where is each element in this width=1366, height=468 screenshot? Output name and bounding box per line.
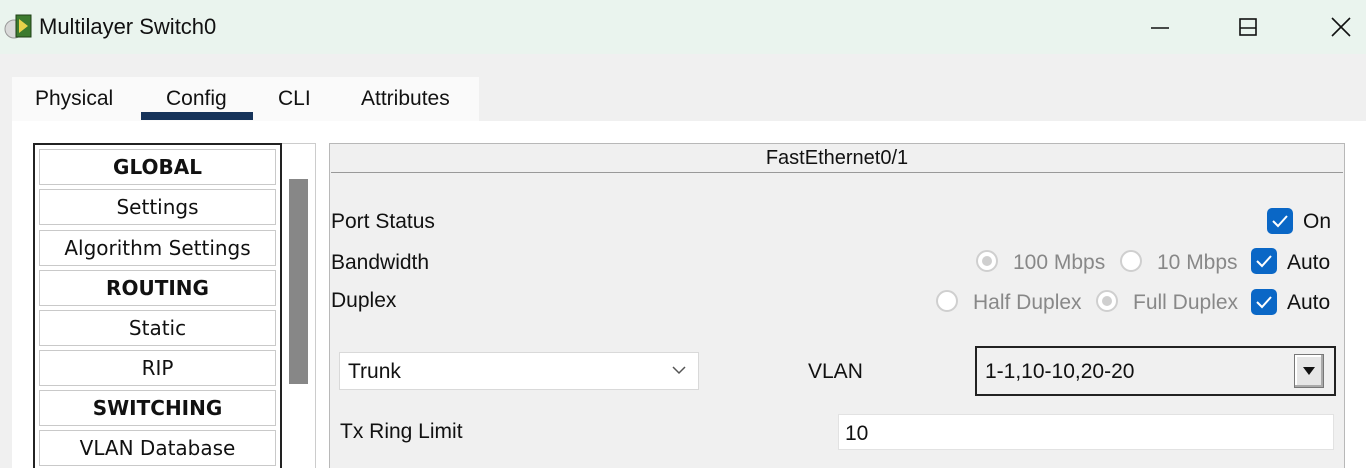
checkmark-icon [1256, 255, 1272, 268]
config-sidebar: GLOBAL Settings Algorithm Settings ROUTI… [33, 143, 282, 468]
tab-physical[interactable]: Physical [35, 87, 113, 111]
title-bar: Multilayer Switch0 [0, 0, 1366, 54]
duplex-full-radio[interactable] [1096, 290, 1118, 312]
duplex-full-label: Full Duplex [1133, 291, 1239, 314]
bandwidth-label: Bandwidth [331, 251, 430, 274]
tx-ring-limit-value: 10 [845, 422, 869, 445]
tab-attributes[interactable]: Attributes [361, 87, 450, 111]
vlan-value: 1-1,10-10,20-20 [985, 360, 1135, 383]
maximize-button[interactable] [1225, 0, 1271, 54]
port-status-label: Port Status [331, 210, 435, 233]
sidebar-item-rip[interactable]: RIP [39, 350, 276, 386]
window-title: Multilayer Switch0 [39, 14, 217, 39]
vlan-select[interactable]: 1-1,10-10,20-20 [975, 346, 1336, 396]
checkmark-icon [1256, 296, 1272, 309]
sidebar-item-algorithm-settings[interactable]: Algorithm Settings [39, 230, 276, 266]
sidebar-item-vlan-database[interactable]: VLAN Database [39, 430, 276, 466]
bandwidth-100-label: 100 Mbps [1013, 251, 1106, 274]
close-icon [1331, 17, 1351, 37]
bandwidth-auto-checkbox[interactable] [1251, 248, 1277, 274]
sidebar-header-global: GLOBAL [39, 149, 276, 185]
vlan-label: VLAN [808, 360, 863, 383]
tx-ring-limit-input[interactable]: 10 [838, 414, 1334, 450]
port-status-on-label: On [1303, 210, 1332, 233]
duplex-half-label: Half Duplex [973, 291, 1082, 314]
switch-app-icon [4, 14, 32, 39]
maximize-icon [1239, 18, 1257, 36]
bandwidth-10-label: 10 Mbps [1157, 251, 1238, 274]
bandwidth-10-radio[interactable] [1120, 250, 1142, 272]
port-mode-select[interactable]: Trunk [339, 352, 699, 390]
sidebar-item-static[interactable]: Static [39, 310, 276, 346]
duplex-auto-label: Auto [1287, 291, 1331, 314]
sidebar-scrollbar-thumb[interactable] [289, 179, 308, 384]
minimize-button-visual[interactable] [1137, 0, 1183, 54]
duplex-label: Duplex [331, 289, 397, 312]
chevron-down-icon [672, 366, 686, 375]
tx-ring-limit-label: Tx Ring Limit [340, 420, 463, 443]
port-status-on-checkbox[interactable] [1267, 208, 1293, 234]
vlan-dropdown-button[interactable] [1294, 354, 1324, 388]
sidebar-header-routing: ROUTING [39, 270, 276, 306]
sidebar-header-switching: SWITCHING [39, 390, 276, 426]
triangle-down-icon [1303, 367, 1315, 375]
checkmark-icon [1272, 215, 1288, 228]
close-button[interactable] [1318, 0, 1364, 54]
port-mode-value: Trunk [348, 360, 401, 383]
bandwidth-100-radio[interactable] [976, 250, 998, 272]
active-tab-indicator [141, 112, 253, 120]
bandwidth-auto-label: Auto [1287, 251, 1331, 274]
sidebar-item-settings[interactable]: Settings [39, 189, 276, 225]
duplex-half-radio[interactable] [936, 290, 958, 312]
interface-title: FastEthernet0/1 [331, 144, 1343, 173]
duplex-auto-checkbox[interactable] [1251, 289, 1277, 315]
tab-config[interactable]: Config [166, 87, 227, 111]
minimize-icon [1151, 27, 1169, 29]
tab-cli[interactable]: CLI [278, 87, 311, 111]
